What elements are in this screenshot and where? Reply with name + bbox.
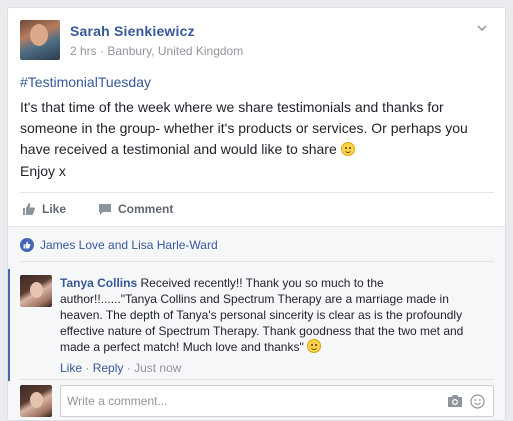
like-button[interactable]: Like [22,198,66,220]
divider [20,192,494,193]
camera-icon[interactable] [447,394,463,408]
divider [20,379,494,380]
smiley-emoji-icon [307,339,322,353]
comment-input[interactable] [67,392,427,410]
post-time[interactable]: 2 hrs [70,44,97,58]
reactions-summary[interactable]: James Love and Lisa Harle-Ward [20,236,218,254]
comment-button[interactable]: Comment [98,198,173,220]
poster-name[interactable]: Sarah Sienkiewicz [70,23,195,39]
avatar[interactable] [20,20,60,60]
post-actions: Like Comment [20,198,494,220]
post-body: It's that time of the week where we shar… [20,97,496,160]
post-header: Sarah Sienkiewicz 2 hrs · Banbury, Unite… [20,20,490,62]
speech-bubble-icon [98,202,112,216]
hashtag-link[interactable]: #TestimonialTuesday [20,74,151,90]
post-body-text: It's that time of the week where we shar… [20,99,468,157]
like-reaction-icon [20,238,34,252]
thumbs-up-icon [22,202,36,216]
meta-separator: · [100,44,105,58]
smiley-emoji-icon [340,142,355,156]
commenter-avatar[interactable] [20,275,52,307]
comment-reply-link[interactable]: Reply [93,361,124,375]
likers-list[interactable]: James Love and Lisa Harle-Ward [40,238,218,252]
separator: · [85,361,90,375]
post-closing: Enjoy x [20,163,66,179]
comment-label: Comment [118,202,174,216]
divider [20,261,494,262]
comment-time[interactable]: Just now [134,361,181,375]
comment-composer [20,385,494,417]
comment-actions: Like · Reply · Just now [60,361,181,375]
smiley-icon[interactable] [470,394,485,409]
comment-input-box[interactable] [60,385,494,417]
comment-body: Tanya Collins Received recently!! Thank … [60,275,480,355]
post-card: Sarah Sienkiewicz 2 hrs · Banbury, Unite… [7,7,506,421]
separator: · [126,361,131,375]
post-location[interactable]: Banbury, United Kingdom [107,44,243,58]
post-meta: 2 hrs · Banbury, United Kingdom [70,44,243,58]
feedback-section: James Love and Lisa Harle-Ward Tanya Col… [8,226,505,420]
current-user-avatar [20,385,52,417]
comment-highlight-bar [8,269,10,381]
commenter-name[interactable]: Tanya Collins [60,276,137,290]
chevron-down-icon[interactable] [476,22,490,36]
comment-like-link[interactable]: Like [60,361,82,375]
like-label: Like [42,202,67,216]
